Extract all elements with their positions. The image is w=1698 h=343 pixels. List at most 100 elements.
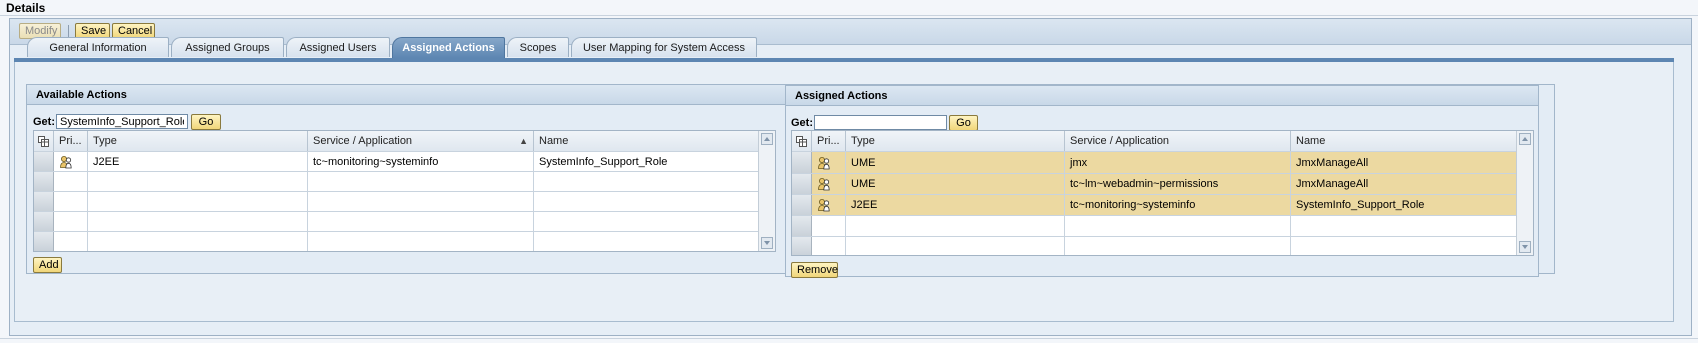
empty-cell (308, 172, 534, 191)
tab-scopes[interactable]: Scopes (507, 37, 569, 57)
scroll-down-icon[interactable] (1519, 241, 1531, 253)
row-selector (792, 216, 812, 236)
vertical-scrollbar[interactable] (1516, 131, 1533, 255)
col-type[interactable]: Type (846, 131, 1065, 151)
scroll-up-icon[interactable] (761, 133, 773, 145)
empty-cell (54, 172, 88, 191)
col-service-label: Service / Application (313, 135, 413, 147)
row-selector[interactable] (792, 174, 812, 194)
tab-assigned-users[interactable]: Assigned Users (286, 37, 390, 57)
cell-service: tc~monitoring~systeminfo (308, 152, 534, 171)
empty-cell (534, 212, 760, 231)
row-selector (792, 237, 812, 255)
table-row-empty (792, 216, 1518, 237)
table-settings-icon[interactable] (792, 131, 812, 151)
assigned-search-input[interactable] (814, 115, 947, 130)
tab-strip: General Information Assigned Groups Assi… (14, 37, 1674, 59)
role-principal-icon (812, 152, 846, 173)
cell-type: UME (846, 174, 1065, 194)
cell-service: jmx (1065, 152, 1291, 173)
vertical-scrollbar[interactable] (758, 131, 775, 251)
tab-assigned-actions[interactable]: Assigned Actions (392, 37, 505, 58)
cell-type: UME (846, 152, 1065, 173)
tab-assigned-groups[interactable]: Assigned Groups (171, 37, 284, 57)
table-settings-icon[interactable] (34, 131, 54, 151)
cell-service: tc~monitoring~systeminfo (1065, 195, 1291, 215)
remove-button[interactable]: Remove (791, 262, 838, 278)
empty-cell (812, 216, 846, 236)
table-row-empty (792, 237, 1518, 255)
row-selector[interactable] (34, 152, 54, 171)
col-principal[interactable]: Pri... (812, 131, 846, 151)
assigned-actions-title: Assigned Actions (786, 86, 1538, 106)
table-row-empty (34, 192, 760, 212)
row-selector (34, 172, 54, 191)
available-actions-table: Pri... Type Service / Application ▲ Name… (33, 130, 776, 252)
empty-cell (846, 237, 1065, 255)
empty-cell (54, 192, 88, 211)
table-row-empty (34, 172, 760, 192)
empty-cell (308, 192, 534, 211)
cell-name: JmxManageAll (1291, 174, 1518, 194)
table-row-empty (34, 212, 760, 232)
assigned-go-button[interactable]: Go (949, 115, 978, 131)
row-selector[interactable] (792, 195, 812, 215)
col-type[interactable]: Type (88, 131, 308, 151)
scroll-up-icon[interactable] (1519, 133, 1531, 145)
role-principal-icon (54, 152, 88, 171)
table-row[interactable]: UME tc~lm~webadmin~permissions JmxManage… (792, 174, 1518, 195)
table-row[interactable]: UME jmx JmxManageAll (792, 152, 1518, 174)
tab-general-information[interactable]: General Information (27, 37, 169, 57)
cell-name: JmxManageAll (1291, 152, 1518, 173)
cell-service: tc~lm~webadmin~permissions (1065, 174, 1291, 194)
table-row[interactable]: J2EE tc~monitoring~systeminfo SystemInfo… (792, 195, 1518, 216)
cell-type: J2EE (846, 195, 1065, 215)
row-selector (34, 212, 54, 231)
table-row-empty (34, 232, 760, 251)
col-name[interactable]: Name (1291, 131, 1518, 151)
empty-cell (308, 212, 534, 231)
empty-cell (846, 216, 1065, 236)
empty-cell (534, 172, 760, 191)
empty-cell (534, 232, 760, 251)
add-button[interactable]: Add (33, 257, 62, 273)
page-title: Details (6, 1, 46, 15)
available-get-label: Get: (33, 116, 55, 128)
empty-cell (88, 212, 308, 231)
col-service-application[interactable]: Service / Application ▲ (308, 131, 534, 151)
empty-cell (1291, 237, 1518, 255)
available-actions-panel: Available Actions Get: Go Pri... Type Se… (26, 84, 796, 274)
empty-cell (88, 232, 308, 251)
sort-ascending-icon: ▲ (519, 136, 528, 146)
table-header-row: Pri... Type Service / Application Name (792, 131, 1518, 152)
bottom-divider (0, 338, 1698, 339)
available-search-input[interactable] (56, 114, 188, 129)
cell-type: J2EE (88, 152, 308, 171)
assigned-get-label: Get: (791, 117, 813, 129)
empty-cell (308, 232, 534, 251)
role-principal-icon (812, 195, 846, 215)
cell-name: SystemInfo_Support_Role (1291, 195, 1518, 215)
empty-cell (1065, 216, 1291, 236)
scroll-down-icon[interactable] (761, 237, 773, 249)
cell-name: SystemInfo_Support_Role (534, 152, 760, 171)
available-actions-title: Available Actions (27, 85, 795, 105)
row-selector (34, 192, 54, 211)
available-go-button[interactable]: Go (191, 114, 221, 130)
row-selector (34, 232, 54, 251)
title-divider (0, 15, 1698, 16)
col-service-application[interactable]: Service / Application (1065, 131, 1291, 151)
assigned-actions-panel-body: Assigned Actions Get: Go Pri... Type Ser… (785, 85, 1539, 278)
empty-cell (1291, 216, 1518, 236)
table-header-row: Pri... Type Service / Application ▲ Name (34, 131, 760, 152)
row-selector[interactable] (792, 152, 812, 173)
assigned-actions-table: Pri... Type Service / Application Name U… (791, 130, 1534, 256)
empty-cell (88, 192, 308, 211)
table-row[interactable]: J2EE tc~monitoring~systeminfo SystemInfo… (34, 152, 760, 172)
tab-user-mapping[interactable]: User Mapping for System Access (571, 37, 757, 57)
role-principal-icon (812, 174, 846, 194)
empty-cell (54, 212, 88, 231)
col-name[interactable]: Name (534, 131, 760, 151)
col-principal[interactable]: Pri... (54, 131, 88, 151)
empty-cell (534, 192, 760, 211)
